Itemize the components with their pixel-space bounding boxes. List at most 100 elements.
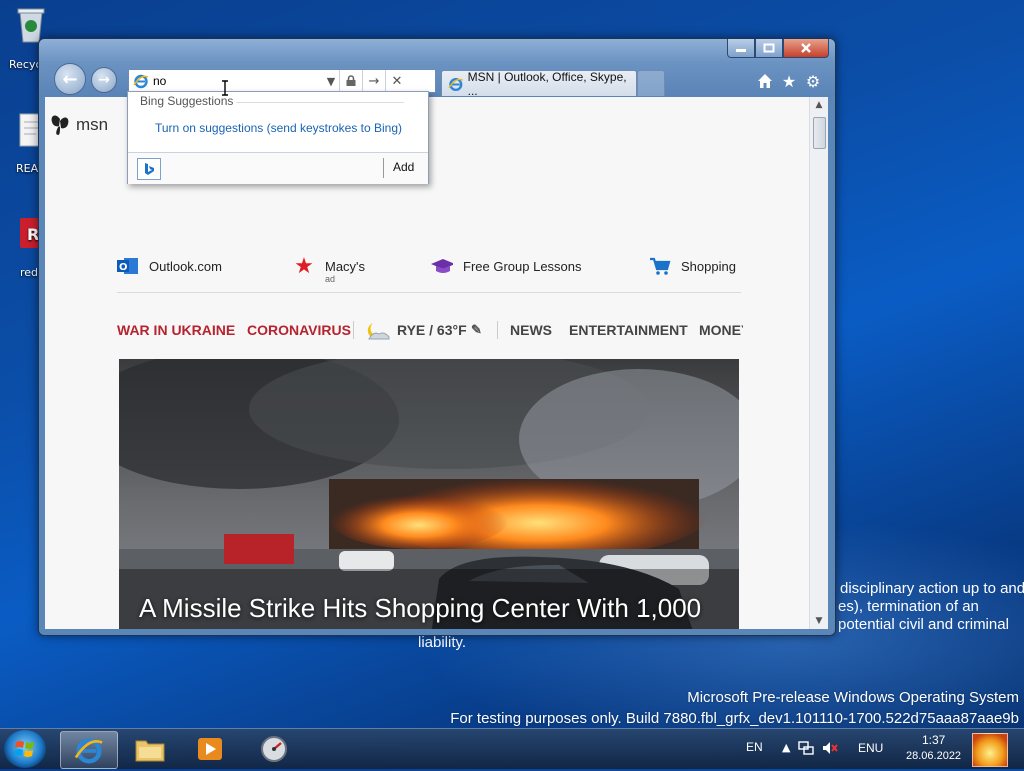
new-tab-button[interactable] [637, 70, 665, 96]
ie-icon [133, 74, 149, 89]
taskbar-media-player[interactable] [182, 731, 238, 767]
quick-link-label: Outlook.com [149, 258, 222, 274]
notice-line: disciplinary action up to and [840, 580, 1024, 597]
suggestions-header: Bing Suggestions [140, 94, 234, 108]
hero-headline[interactable]: A Missile Strike Hits Shopping Center Wi… [139, 591, 719, 629]
nav-coronavirus[interactable]: CORONAVIRUS [247, 322, 351, 338]
nav-war-in-ukraine[interactable]: WAR IN UKRAINE [117, 322, 235, 338]
hero-image [119, 359, 739, 629]
shopping-cart-icon [649, 255, 671, 277]
address-bar[interactable]: ▼ → ✕ [128, 69, 436, 93]
nav-entertainment[interactable]: ENTERTAINMENT [569, 322, 688, 338]
address-dropdown-button[interactable]: ▼ [323, 70, 339, 92]
caption-buttons [727, 39, 829, 59]
forward-button[interactable]: → [91, 67, 117, 93]
taskbar-explorer[interactable] [122, 731, 178, 767]
msn-logo-text: msn [76, 115, 109, 134]
hero-article[interactable]: A Missile Strike Hits Shopping Center Wi… [119, 359, 739, 629]
tab-title: MSN | Outlook, Office, Skype, ... [467, 69, 627, 98]
nav-news[interactable]: NEWS [510, 322, 552, 338]
outlook-icon: O [117, 255, 139, 277]
quick-links-bar: O Outlook.com ★ Macy's ad Free Group Les… [117, 253, 737, 287]
scrollbar-thumb[interactable] [813, 117, 826, 149]
chevron-down-icon: ▼ [326, 74, 336, 88]
quick-links-divider [117, 292, 741, 293]
lock-icon [346, 75, 356, 86]
nav-separator [497, 321, 498, 339]
user-picture-icon[interactable] [972, 733, 1008, 767]
svg-text:O: O [119, 262, 128, 273]
quick-link-outlook[interactable]: O Outlook.com [117, 255, 222, 277]
tab-msn[interactable]: MSN | Outlook, Office, Skype, ... [441, 69, 637, 98]
close-icon: ✕ [391, 73, 403, 89]
quick-link-group-lessons[interactable]: Free Group Lessons [431, 255, 582, 277]
taskbar: EN ▲ ENU 1:37 28.06.2022 [0, 728, 1024, 769]
graduation-cap-icon [431, 255, 453, 277]
gauge-icon [261, 736, 287, 762]
taskbar-internet-explorer[interactable] [60, 731, 118, 769]
nav-money[interactable]: MONEY [699, 322, 743, 338]
header-divider [236, 102, 404, 103]
msn-butterfly-icon [51, 115, 69, 135]
maximize-button[interactable] [755, 39, 783, 58]
chevron-up-icon[interactable]: ▲ [782, 741, 790, 754]
ad-label: ad [325, 274, 336, 284]
pencil-icon[interactable]: ✎ [471, 322, 482, 338]
home-button[interactable] [756, 72, 774, 90]
arrow-right-icon: → [368, 73, 380, 89]
macys-star-icon: ★ [294, 253, 314, 278]
media-player-icon [198, 738, 222, 760]
maximize-icon [763, 43, 775, 53]
address-input[interactable] [153, 74, 323, 88]
ie-icon [74, 738, 103, 764]
notice-line: es), termination of an [838, 598, 979, 615]
security-lock-button[interactable] [339, 70, 362, 92]
clock-date[interactable]: 28.06.2022 [906, 750, 961, 762]
weather-moon-icon [365, 321, 391, 341]
close-button[interactable] [783, 39, 829, 58]
nav-separator [353, 321, 354, 339]
turn-on-suggestions-link[interactable]: Turn on suggestions (send keystrokes to … [155, 121, 402, 135]
volume-muted-icon[interactable] [822, 740, 838, 756]
gear-icon: ⚙ [805, 71, 821, 91]
scroll-up-arrow-icon[interactable]: ▲ [810, 97, 828, 113]
network-icon[interactable] [798, 740, 814, 756]
footer-separator [383, 158, 384, 178]
ie-icon [448, 77, 463, 91]
nav-weather[interactable]: RYE / 63°F [397, 322, 467, 338]
arrow-right-icon: → [98, 72, 110, 88]
taskbar-gauge-app[interactable] [246, 731, 302, 767]
quick-link-label: Free Group Lessons [463, 258, 582, 274]
msn-logo[interactable]: msn [49, 113, 108, 137]
watermark-line-2: For testing purposes only. Build 7880.fb… [450, 710, 1019, 727]
close-icon [801, 43, 811, 53]
quick-link-shopping[interactable]: Shopping [649, 255, 736, 277]
star-icon: ★ [781, 71, 797, 91]
minimize-icon [736, 49, 746, 52]
quick-link-label: Macy's [325, 258, 366, 274]
folder-icon [135, 740, 165, 762]
scroll-down-arrow-icon[interactable]: ▼ [810, 613, 828, 629]
add-provider-button[interactable]: Add [393, 160, 414, 174]
tools-button[interactable]: ⚙ [804, 71, 822, 91]
go-button[interactable]: → [362, 70, 385, 92]
watermark-line-1: Microsoft Pre-release Windows Operating … [687, 689, 1019, 706]
notice-line: liability. [418, 634, 467, 651]
arrow-left-icon: ← [62, 68, 78, 90]
input-language[interactable]: EN [746, 740, 763, 754]
suggestions-footer: Add [128, 152, 428, 184]
keyboard-layout[interactable]: ENU [858, 741, 883, 755]
windows-logo-icon [14, 741, 34, 757]
vertical-scrollbar[interactable]: ▲ ▼ [809, 97, 828, 629]
bing-suggestions-popup: Bing Suggestions Turn on suggestions (se… [127, 91, 429, 184]
quick-link-macys[interactable]: ★ Macy's ad [293, 253, 366, 284]
text-cursor-icon [222, 80, 228, 96]
start-button[interactable] [4, 730, 46, 768]
favorites-button[interactable]: ★ [780, 71, 798, 91]
clock-time[interactable]: 1:37 [922, 733, 945, 747]
bing-provider-button[interactable] [137, 158, 161, 180]
bing-icon [145, 163, 154, 175]
minimize-button[interactable] [727, 39, 755, 58]
back-button[interactable]: ← [54, 63, 86, 95]
stop-button[interactable]: ✕ [385, 70, 408, 92]
